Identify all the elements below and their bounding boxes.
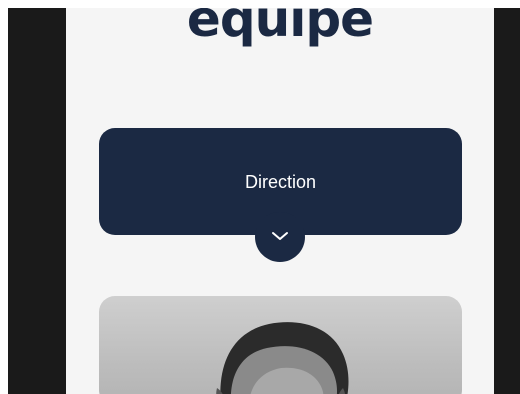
left-dark-frame <box>8 8 66 394</box>
team-section: équipe Direction <box>66 8 494 394</box>
department-label: Direction <box>244 172 317 192</box>
department-toggle-button[interactable] <box>255 212 305 262</box>
viewport: équipe Direction <box>0 0 520 394</box>
team-member-photo[interactable] <box>99 296 462 394</box>
portrait-photo <box>216 322 349 394</box>
right-dark-frame <box>494 8 520 394</box>
chevron-down-icon <box>272 232 288 240</box>
section-heading: équipe <box>186 8 374 48</box>
